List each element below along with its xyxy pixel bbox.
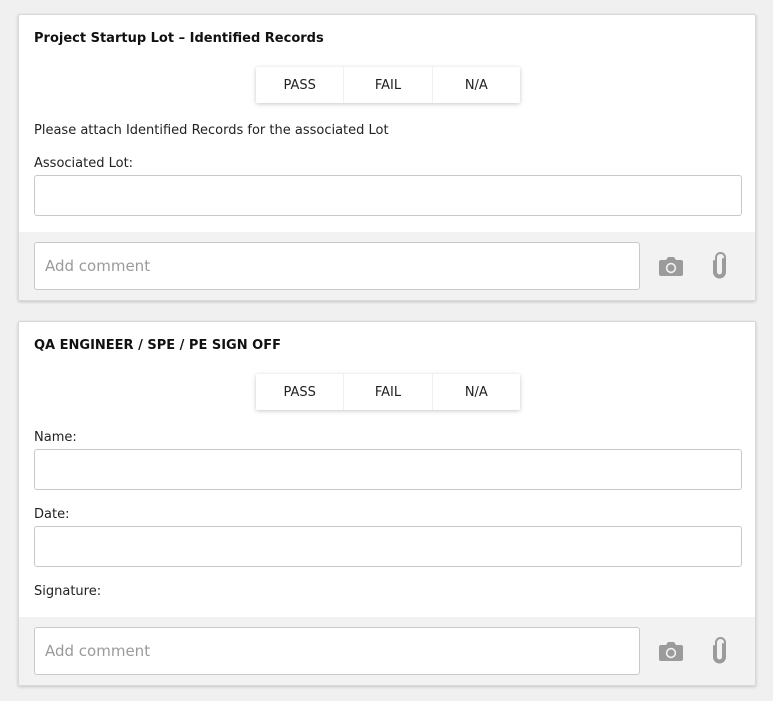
associated-lot-field[interactable]	[34, 175, 742, 216]
section-title: QA ENGINEER / SPE / PE SIGN OFF	[34, 338, 281, 353]
name-label: Name:	[34, 430, 77, 445]
checklist-card-sign-off: QA ENGINEER / SPE / PE SIGN OFF PASS FAI…	[18, 321, 756, 686]
pass-button[interactable]: PASS	[256, 67, 343, 103]
instruction-text: Please attach Identified Records for the…	[34, 123, 389, 138]
na-button[interactable]: N/A	[431, 67, 520, 103]
fail-button[interactable]: FAIL	[343, 67, 431, 103]
result-toggle-group: PASS FAIL N/A	[256, 67, 520, 103]
na-button[interactable]: N/A	[431, 374, 520, 410]
pass-button[interactable]: PASS	[256, 374, 343, 410]
paperclip-icon[interactable]	[706, 637, 734, 665]
comment-input[interactable]	[34, 242, 640, 290]
section-title: Project Startup Lot – Identified Records	[34, 31, 324, 46]
comment-bar	[19, 232, 755, 300]
name-field[interactable]	[34, 449, 742, 490]
fail-button[interactable]: FAIL	[343, 374, 431, 410]
comment-input[interactable]	[34, 627, 640, 675]
comment-bar	[19, 617, 755, 685]
signature-label: Signature:	[34, 584, 102, 599]
result-toggle-group: PASS FAIL N/A	[256, 374, 520, 410]
paperclip-icon[interactable]	[706, 252, 734, 280]
date-label: Date:	[34, 507, 70, 522]
date-field[interactable]	[34, 526, 742, 567]
camera-icon[interactable]	[657, 637, 685, 665]
checklist-card-identified-records: Project Startup Lot – Identified Records…	[18, 14, 756, 301]
camera-icon[interactable]	[657, 252, 685, 280]
associated-lot-label: Associated Lot:	[34, 156, 134, 171]
